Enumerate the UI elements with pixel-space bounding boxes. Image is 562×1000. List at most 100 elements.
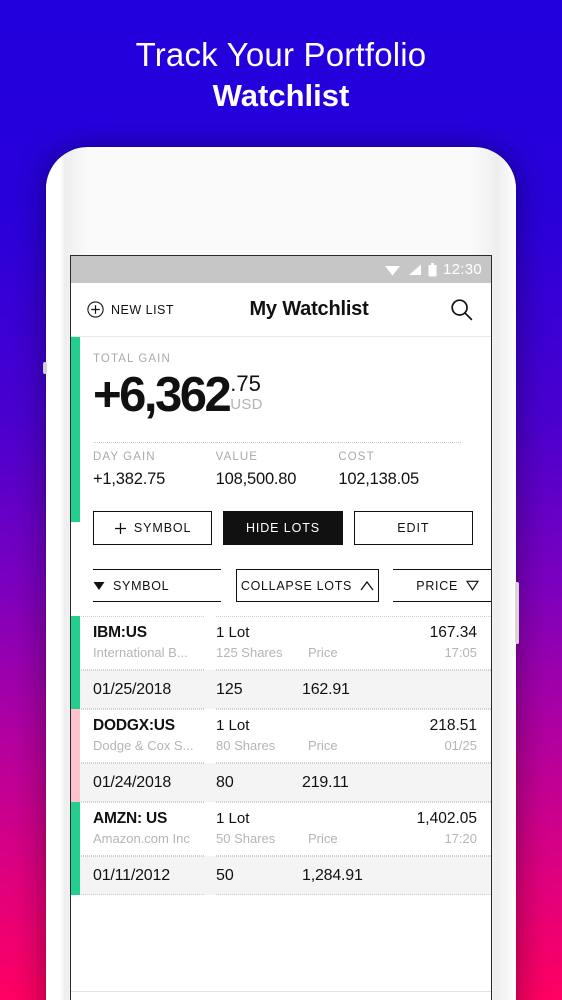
row-price: 1,402.05	[416, 810, 477, 827]
row-accent-bar	[71, 709, 80, 763]
share-count: 50 Shares	[216, 831, 276, 846]
collapse-lots-button[interactable]: COLLAPSE LOTS	[236, 569, 379, 602]
plus-circle-icon	[87, 301, 104, 318]
lot-accent-bar	[71, 856, 80, 895]
search-icon[interactable]	[450, 298, 473, 321]
new-list-label: NEW LIST	[111, 302, 175, 317]
lot-count: 1 Lot	[216, 717, 250, 734]
app-bar: NEW LIST My Watchlist	[71, 283, 491, 337]
signal-icon	[408, 264, 421, 275]
row-data-cell: 1 Lot 167.34 125 Shares Price 17:05	[216, 616, 491, 670]
row-symbol-cell: DODGX:US Dodge & Cox S...	[71, 709, 204, 763]
phone-mockup: 12:30 NEW LIST My Watchlist TOTAL GAIN +…	[43, 147, 519, 1000]
lot-accent-bar	[71, 763, 80, 802]
promo-line-2: Watchlist	[212, 77, 350, 113]
sort-price-label: PRICE	[416, 578, 458, 593]
lot-date: 01/24/2018	[71, 763, 204, 802]
lot-date: 01/11/2012	[71, 856, 204, 895]
table-row[interactable]: DODGX:US Dodge & Cox S... 1 Lot 218.51 8…	[71, 709, 491, 763]
lot-cost: 162.91	[302, 680, 350, 698]
total-gain-amount: +6,362	[93, 368, 232, 422]
row-symbol-cell: IBM:US International B...	[71, 616, 204, 670]
lot-cost: 1,284.91	[302, 866, 363, 884]
hide-lots-button[interactable]: HIDE LOTS	[223, 511, 343, 545]
watchlist-holdings: IBM:US International B... 1 Lot 167.34 1…	[71, 616, 491, 895]
row-price: 167.34	[429, 624, 477, 641]
wifi-icon	[384, 266, 400, 276]
add-symbol-label: SYMBOL	[133, 521, 192, 535]
stat-value-total: VALUE 108,500.80	[215, 442, 339, 489]
sort-symbol-label: SYMBOL	[113, 578, 170, 593]
table-row[interactable]: IBM:US International B... 1 Lot 167.34 1…	[71, 616, 491, 670]
row-timestamp: 01/25	[444, 738, 477, 753]
row-timestamp: 17:20	[444, 831, 477, 846]
sort-by-price[interactable]: PRICE	[393, 569, 491, 602]
list-item[interactable]: 01/11/2012 50 1,284.91	[71, 856, 491, 895]
row-price: 218.51	[429, 717, 477, 734]
page-title: My Watchlist	[249, 298, 369, 320]
lot-quantity: 50	[216, 866, 234, 884]
triangle-down-filled-icon	[93, 581, 105, 590]
table-row[interactable]: AMZN: US Amazon.com Inc 1 Lot 1,402.05 5…	[71, 802, 491, 856]
row-symbol-cell: AMZN: US Amazon.com Inc	[71, 802, 204, 856]
new-list-button[interactable]: NEW LIST	[87, 301, 174, 318]
symbol-company: International B...	[93, 645, 188, 660]
price-label: Price	[308, 738, 338, 753]
status-bar-clock: 12:30	[442, 261, 482, 278]
total-gain-label: TOTAL GAIN	[93, 353, 171, 365]
symbol-ticker: IBM:US	[93, 624, 147, 641]
portfolio-summary: TOTAL GAIN +6,362 .75 USD DAY GAIN +1,38…	[71, 337, 491, 522]
promo-line-1: Track Your Portfolio	[135, 36, 427, 73]
total-gain-currency: USD	[230, 396, 263, 413]
stat-value: 102,138.05	[338, 470, 419, 488]
action-button-row: SYMBOL HIDE LOTS EDIT	[71, 489, 491, 545]
hide-lots-label: HIDE LOTS	[245, 521, 321, 535]
row-timestamp: 17:05	[444, 645, 477, 660]
symbol-company: Dodge & Cox S...	[93, 738, 194, 753]
row-data-cell: 1 Lot 218.51 80 Shares Price 01/25	[216, 709, 491, 763]
lot-quantity: 80	[216, 773, 234, 791]
symbol-ticker: DODGX:US	[93, 717, 175, 734]
price-label: Price	[308, 645, 338, 660]
edit-button[interactable]: EDIT	[353, 511, 473, 545]
row-accent-bar	[71, 802, 80, 856]
stat-value: +1,382.75	[93, 470, 166, 488]
triangle-down-outline-icon	[466, 580, 479, 591]
row-data-cell: 1 Lot 1,402.05 50 Shares Price 17:20	[216, 802, 491, 856]
row-accent-bar	[71, 616, 80, 670]
stat-label: DAY GAIN	[93, 451, 156, 463]
stat-day-gain: DAY GAIN +1,382.75	[93, 442, 216, 489]
share-count: 80 Shares	[216, 738, 276, 753]
list-item[interactable]: 01/25/2018 125 162.91	[71, 670, 491, 709]
symbol-ticker: AMZN: US	[93, 810, 168, 827]
lot-count: 1 Lot	[216, 624, 250, 641]
status-bar: 12:30	[71, 256, 491, 283]
lot-count: 1 Lot	[216, 810, 250, 827]
add-symbol-button[interactable]: SYMBOL	[93, 511, 213, 545]
battery-icon	[428, 262, 437, 276]
power-button[interactable]	[515, 582, 519, 644]
volume-button[interactable]	[43, 362, 47, 374]
stat-label: VALUE	[215, 451, 259, 463]
stat-label: COST	[338, 451, 375, 463]
lot-date: 01/25/2018	[71, 670, 204, 709]
stat-cost: COST 102,138.05	[338, 442, 462, 489]
total-gain-value: +6,362 .75 USD	[93, 371, 475, 420]
list-item[interactable]: 01/24/2018 80 219.11	[71, 763, 491, 802]
lot-quantity: 125	[216, 680, 243, 698]
stat-value: 108,500.80	[215, 470, 297, 488]
plus-icon	[114, 522, 126, 534]
sort-by-symbol[interactable]: SYMBOL	[93, 569, 221, 602]
price-label: Price	[308, 831, 338, 846]
summary-accent-bar	[71, 337, 80, 522]
share-count: 125 Shares	[216, 645, 283, 660]
symbol-company: Amazon.com Inc	[93, 831, 190, 846]
summary-stats-row: DAY GAIN +1,382.75 VALUE 108,500.80 COST…	[93, 442, 475, 489]
phone-screen: 12:30 NEW LIST My Watchlist TOTAL GAIN +…	[70, 255, 492, 1000]
bottom-navigation: B Home Markets	[71, 991, 491, 1000]
promo-headline: Track Your Portfolio Watchlist	[0, 36, 562, 115]
sort-bar: SYMBOL COLLAPSE LOTS PRICE	[71, 545, 491, 602]
lot-cost: 219.11	[302, 773, 349, 791]
lot-accent-bar	[71, 670, 80, 709]
edit-label: EDIT	[397, 521, 430, 535]
